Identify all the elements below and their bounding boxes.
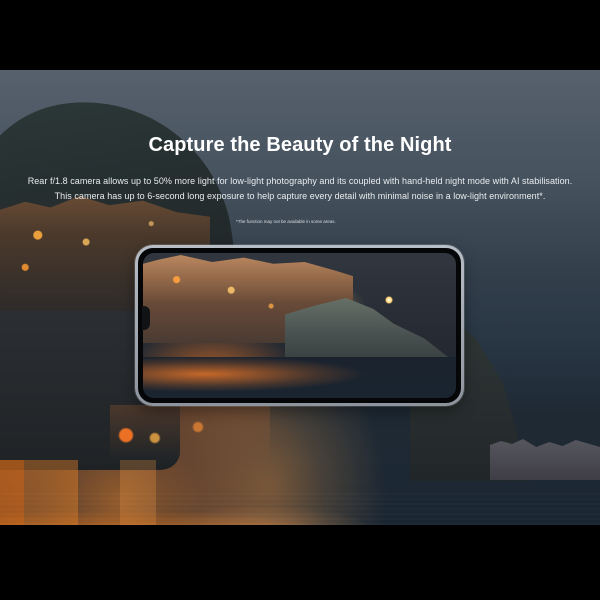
availability-footnote: *The function may not be available in so…: [236, 219, 336, 224]
hero-description: Rear f/1.8 camera allows up to 50% more …: [14, 174, 586, 204]
hero-description-line-1: Rear f/1.8 camera allows up to 50% more …: [27, 176, 573, 186]
phone-mockup: [135, 245, 464, 406]
shore-lights: [110, 405, 270, 460]
phone-screen: [143, 253, 456, 398]
phone-bezel: [138, 248, 461, 403]
screen-water: [143, 357, 456, 398]
page-title: Capture the Beauty of the Night: [148, 134, 452, 156]
camera-notch-icon: [142, 306, 150, 330]
screen-lamp-light: [385, 296, 393, 304]
hero-description-line-2: This camera has up to 6-second long expo…: [54, 191, 546, 201]
water-reflections: [0, 490, 600, 525]
page-frame: Capture the Beauty of the Night Rear f/1…: [0, 0, 600, 600]
